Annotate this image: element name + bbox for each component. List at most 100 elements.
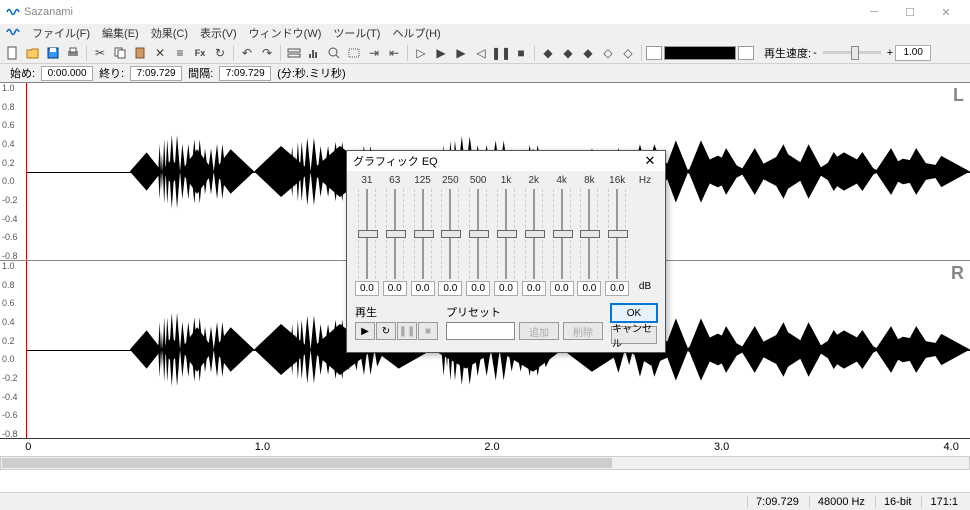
menu-effect[interactable]: 効果(C)	[151, 25, 188, 41]
menubar: ファイル(F) 編集(E) 効果(C) 表示(V) ウィンドウ(W) ツール(T…	[0, 24, 970, 42]
horizontal-scrollbar[interactable]	[0, 456, 970, 470]
eq-band-500: 500 0.0	[464, 175, 492, 296]
eq-value-field[interactable]: 0.0	[522, 281, 546, 296]
eq-freq-label: 500	[470, 175, 487, 187]
play-button[interactable]: ▷	[412, 44, 430, 62]
app-icon-small	[6, 25, 20, 39]
window-title: Sazanami	[24, 6, 852, 18]
menu-window[interactable]: ウィンドウ(W)	[249, 25, 322, 41]
eq-slider[interactable]	[414, 189, 432, 279]
menu-view[interactable]: 表示(V)	[200, 25, 237, 41]
menu-button[interactable]: ≡	[171, 44, 189, 62]
eq-value-field[interactable]: 0.0	[466, 281, 490, 296]
zoom-button[interactable]	[325, 44, 343, 62]
eq-band-8k: 8k0.0	[576, 175, 604, 296]
preset-select[interactable]	[446, 322, 515, 340]
app-icon	[6, 5, 20, 19]
redo-fx-button[interactable]: ↻	[211, 44, 229, 62]
preset-add-button[interactable]: 追加	[519, 322, 559, 340]
eq-slider[interactable]	[358, 189, 376, 279]
play-loop-button[interactable]: ▶	[452, 44, 470, 62]
delete-button[interactable]: ✕	[151, 44, 169, 62]
eq-value-field[interactable]: 0.0	[438, 281, 462, 296]
marker-out-button[interactable]: ⇤	[385, 44, 403, 62]
eq-slider[interactable]	[525, 189, 543, 279]
eq-slider[interactable]	[608, 189, 626, 279]
undo-button[interactable]: ↶	[238, 44, 256, 62]
eq-value-field[interactable]: 0.0	[577, 281, 601, 296]
dialog-close-button[interactable]: ✕	[641, 153, 659, 169]
eq-slider[interactable]	[386, 189, 404, 279]
menu-help[interactable]: ヘルプ(H)	[392, 25, 440, 41]
eq-value-field[interactable]: 0.0	[494, 281, 518, 296]
eq-band-63: 630.0	[381, 175, 409, 296]
cut-button[interactable]: ✂	[91, 44, 109, 62]
marker-in-button[interactable]: ⇥	[365, 44, 383, 62]
eq-freq-label: 1k	[501, 175, 512, 187]
new-file-button[interactable]	[4, 44, 22, 62]
copy-button[interactable]	[111, 44, 129, 62]
forward-end-button[interactable]: ◇	[599, 44, 617, 62]
paste-button[interactable]	[131, 44, 149, 62]
pause-button[interactable]: ❚❚	[492, 44, 510, 62]
start-label: 始め:	[10, 65, 35, 81]
spectrum-button[interactable]	[305, 44, 323, 62]
menu-tools[interactable]: ツール(T)	[333, 25, 380, 41]
main-toolbar: ✂ ✕ ≡ Fx ↻ ↶ ↷ ⇥ ⇤ ▷ ▶ ▶ ◁ ❚❚ ■ ◆ ◆ ◆ ◇ …	[0, 42, 970, 64]
maximize-button[interactable]: ☐	[892, 0, 928, 24]
end-label: 終り:	[99, 65, 124, 81]
minimize-button[interactable]: ─	[856, 0, 892, 24]
eq-slider[interactable]	[580, 189, 598, 279]
rewind-button[interactable]: ◆	[559, 44, 577, 62]
select-all-button[interactable]	[345, 44, 363, 62]
dialog-title: グラフィック EQ	[353, 153, 438, 169]
eq-value-field[interactable]: 0.0	[355, 281, 379, 296]
cancel-button[interactable]: キャンセル	[611, 326, 657, 344]
rewind-start-button[interactable]: ◆	[539, 44, 557, 62]
speed-slider[interactable]	[823, 51, 881, 54]
eq-value-field[interactable]: 0.0	[411, 281, 435, 296]
eq-band-2k: 2k 0.0	[520, 175, 548, 296]
go-end-button[interactable]: ◇	[619, 44, 637, 62]
redo-button[interactable]: ↷	[258, 44, 276, 62]
channel-label: L	[953, 85, 964, 106]
range-label: 間隔:	[188, 65, 213, 81]
eq-value-field[interactable]: 0.0	[383, 281, 407, 296]
play-reverse-button[interactable]: ◁	[472, 44, 490, 62]
eq-value-field[interactable]: 0.0	[605, 281, 629, 296]
eq-band-4k: 4k 0.0	[548, 175, 576, 296]
fx-button[interactable]: Fx	[191, 44, 209, 62]
speed-plus[interactable]: +	[887, 47, 893, 59]
dialog-loop-button[interactable]: ↻	[376, 322, 396, 340]
start-time-field[interactable]: 0:00.000	[41, 66, 93, 81]
time-unit-label: (分:秒.ミリ秒)	[277, 65, 345, 81]
dialog-play-button[interactable]: ▶	[355, 322, 375, 340]
dialog-stop-button[interactable]: ■	[418, 322, 438, 340]
menu-edit[interactable]: 編集(E)	[102, 25, 139, 41]
status-duration: 7:09.729	[747, 496, 807, 508]
eq-slider[interactable]	[553, 189, 571, 279]
eq-slider[interactable]	[441, 189, 459, 279]
menu-file[interactable]: ファイル(F)	[32, 25, 90, 41]
open-file-button[interactable]	[24, 44, 42, 62]
eq-freq-label: 4k	[556, 175, 567, 187]
eq-band-16k: 16k0.0	[603, 175, 631, 296]
speed-minus[interactable]: -	[813, 47, 817, 59]
eq-band-125: 1250.0	[409, 175, 437, 296]
preset-delete-button[interactable]: 削除	[563, 322, 603, 340]
print-button[interactable]	[64, 44, 82, 62]
eq-slider[interactable]	[497, 189, 515, 279]
view-mode-button[interactable]	[285, 44, 303, 62]
eq-freq-label: 2k	[529, 175, 540, 187]
range-time-field[interactable]: 7:09.729	[219, 66, 271, 81]
dialog-pause-button[interactable]: ❚❚	[397, 322, 417, 340]
eq-slider[interactable]	[469, 189, 487, 279]
close-button[interactable]: ✕	[928, 0, 964, 24]
save-button[interactable]	[44, 44, 62, 62]
stop-button[interactable]: ■	[512, 44, 530, 62]
eq-value-field[interactable]: 0.0	[550, 281, 574, 296]
speed-value[interactable]: 1.00	[895, 45, 931, 61]
play-selection-button[interactable]: ▶	[432, 44, 450, 62]
forward-button[interactable]: ◆	[579, 44, 597, 62]
end-time-field[interactable]: 7:09.729	[130, 66, 182, 81]
